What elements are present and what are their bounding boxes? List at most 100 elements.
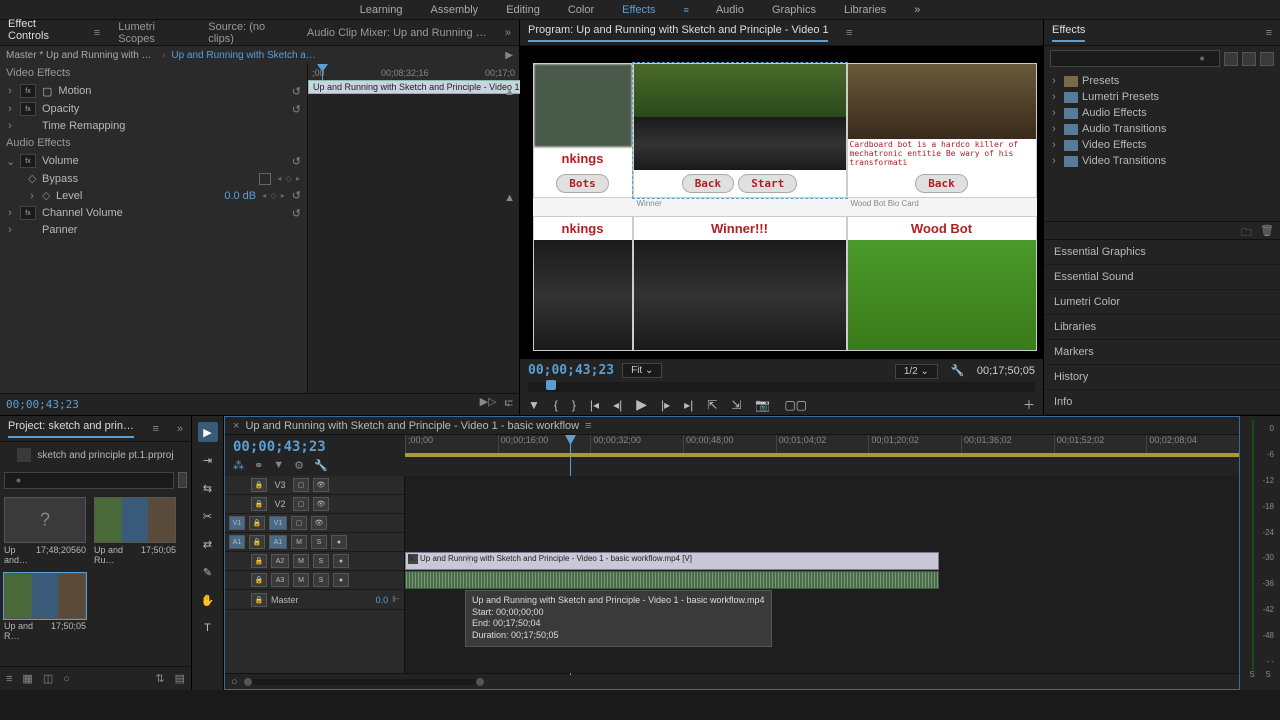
- tab-effect-controls[interactable]: Effect Controls: [8, 18, 76, 48]
- linked-selection-icon[interactable]: ⚭: [254, 459, 263, 472]
- extract-icon[interactable]: ⇲: [731, 398, 741, 412]
- toggle-output-icon[interactable]: ▢: [293, 497, 309, 511]
- bin-item[interactable]: Up and R…17;50;05: [4, 573, 86, 641]
- new-bin-icon[interactable]: 🗀: [1241, 224, 1252, 237]
- effect-volume[interactable]: ⌄fxVolume↺: [0, 152, 307, 170]
- timeline-canvas[interactable]: fxUp and Running with Sketch and Princip…: [405, 476, 1239, 673]
- voiceover-icon[interactable]: ●: [331, 535, 347, 549]
- bin-item[interactable]: Up and Ru…17;50;05: [94, 497, 176, 565]
- ripple-edit-tool-icon[interactable]: ⇆: [198, 478, 218, 498]
- bypass-checkbox[interactable]: [259, 173, 271, 185]
- nav-effects[interactable]: Effects: [622, 4, 655, 16]
- mark-out-icon[interactable]: }: [572, 398, 576, 412]
- folder-presets[interactable]: ›Presets: [1048, 73, 1276, 89]
- video-clip[interactable]: fxUp and Running with Sketch and Princip…: [405, 552, 939, 570]
- ec-timecode[interactable]: 00;00;43;23: [6, 398, 79, 411]
- export-frame-icon[interactable]: 📷: [755, 398, 770, 412]
- reset-icon[interactable]: ↺: [292, 207, 301, 220]
- toggle-sync-icon[interactable]: 👁: [313, 478, 329, 492]
- selection-tool-icon[interactable]: ▶: [198, 422, 218, 442]
- toggle-output-icon[interactable]: ▢: [293, 478, 309, 492]
- audio-clip[interactable]: [405, 571, 939, 589]
- track-a3[interactable]: 🔒A3MS●: [225, 571, 404, 590]
- source-patch-icon[interactable]: A1: [229, 535, 245, 549]
- hand-tool-icon[interactable]: ✋: [198, 590, 218, 610]
- tab-project[interactable]: Project: sketch and principle pt.1: [8, 420, 134, 438]
- tab-source[interactable]: Source: (no clips): [208, 21, 289, 45]
- effects-menu-icon[interactable]: ≡: [1266, 27, 1272, 39]
- solo-icon[interactable]: S: [313, 573, 329, 587]
- program-timecode[interactable]: 00;00;43;23: [528, 363, 614, 378]
- project-menu-icon[interactable]: ≡: [152, 423, 158, 435]
- lock-icon[interactable]: 🔒: [251, 478, 267, 492]
- mark-in-icon[interactable]: {: [554, 398, 558, 412]
- toggle-sync-icon[interactable]: 👁: [311, 516, 327, 530]
- sort-icon[interactable]: ⇅: [155, 672, 164, 685]
- reset-icon[interactable]: ↺: [292, 103, 301, 116]
- project-tabs-overflow[interactable]: »: [177, 423, 183, 435]
- track-a1[interactable]: A1🔒A1MS●: [225, 533, 404, 552]
- wrench-icon[interactable]: 🔧: [314, 459, 328, 472]
- razor-tool-icon[interactable]: ✂: [198, 506, 218, 526]
- nav-assembly[interactable]: Assembly: [431, 4, 479, 16]
- icon-view-icon[interactable]: ▦: [22, 672, 32, 685]
- nav-graphics[interactable]: Graphics: [772, 4, 816, 16]
- toggle-output-icon[interactable]: ▢: [291, 516, 307, 530]
- ec-keyframe-timeline[interactable]: ;00 00;08;32;16 00;17;0 Up and Running w…: [308, 64, 519, 393]
- solo-left-icon[interactable]: S: [1249, 670, 1254, 686]
- solo-right-icon[interactable]: S: [1265, 670, 1270, 686]
- work-area-bar[interactable]: [405, 453, 1239, 457]
- keyframe-toggle-icon[interactable]: ◇: [28, 172, 36, 185]
- nav-color[interactable]: Color: [568, 4, 594, 16]
- effect-controls-menu-icon[interactable]: ≡: [94, 27, 100, 39]
- settings-icon[interactable]: 🔧: [951, 365, 965, 377]
- timeline-zoom-slider[interactable]: [244, 679, 484, 685]
- auto-seq-icon[interactable]: ▤: [175, 672, 185, 685]
- track-v2[interactable]: 🔒V2▢👁: [225, 495, 404, 514]
- project-filter-icon[interactable]: [178, 472, 187, 488]
- ec-tabs-overflow[interactable]: »: [505, 27, 511, 39]
- fx-filter-yuv-icon[interactable]: [1260, 52, 1274, 66]
- effect-opacity[interactable]: ›fxOpacity↺: [0, 100, 307, 118]
- param-bypass[interactable]: ◇Bypass◂ ◇ ▸: [0, 170, 307, 187]
- tab-audio-clip-mixer[interactable]: Audio Clip Mixer: Up and Running with Sk…: [307, 27, 487, 39]
- panel-link-info[interactable]: Info: [1044, 390, 1280, 415]
- track-select-tool-icon[interactable]: ⇥: [198, 450, 218, 470]
- solo-icon[interactable]: S: [311, 535, 327, 549]
- comparison-icon[interactable]: ▢▢: [784, 398, 807, 412]
- panel-link-lumetri-color[interactable]: Lumetri Color: [1044, 290, 1280, 315]
- step-forward-icon[interactable]: |▸: [661, 398, 670, 412]
- panel-link-history[interactable]: History: [1044, 365, 1280, 390]
- motion-toggle-icon[interactable]: ▢: [42, 85, 52, 98]
- button-editor-icon[interactable]: ＋: [1023, 396, 1035, 413]
- panel-link-essential-graphics[interactable]: Essential Graphics: [1044, 240, 1280, 265]
- reset-icon[interactable]: ↺: [292, 85, 301, 98]
- project-search-input[interactable]: [4, 472, 174, 489]
- voiceover-icon[interactable]: ●: [333, 573, 349, 587]
- nav-libraries[interactable]: Libraries: [844, 4, 886, 16]
- track-master[interactable]: 🔒Master0.0⊩: [225, 590, 404, 610]
- fx-filter-32bit-icon[interactable]: [1242, 52, 1256, 66]
- tab-effects-browser[interactable]: Effects: [1052, 24, 1085, 42]
- level-value[interactable]: 0.0 dB: [224, 190, 256, 202]
- lock-icon[interactable]: 🔒: [249, 535, 265, 549]
- program-scrubber[interactable]: [528, 382, 1035, 392]
- resolution-select[interactable]: 1/2 ⌄: [895, 364, 938, 379]
- keyframe-toggle-icon[interactable]: ◇: [42, 189, 50, 202]
- timeline-ruler[interactable]: ;00;0000;00;16;0000;00;32;0000;00;48;000…: [405, 435, 1239, 453]
- snap-icon[interactable]: ⁂: [233, 459, 244, 472]
- lock-icon[interactable]: 🔒: [249, 516, 265, 530]
- nav-overflow[interactable]: »: [914, 4, 920, 16]
- param-level[interactable]: ›◇Level0.0 dB◂ ◇ ▸↺: [0, 187, 307, 204]
- ec-play-icon[interactable]: ▶: [505, 50, 513, 61]
- reset-icon[interactable]: ↺: [292, 189, 301, 202]
- folder-video-transitions[interactable]: ›Video Transitions: [1048, 153, 1276, 169]
- nav-audio[interactable]: Audio: [716, 4, 744, 16]
- fx-filter-accel-icon[interactable]: [1224, 52, 1238, 66]
- goto-out-icon[interactable]: ▸|: [684, 398, 693, 412]
- add-marker-icon[interactable]: ▼: [273, 459, 284, 472]
- close-sequence-icon[interactable]: ×: [233, 420, 239, 432]
- track-v3[interactable]: 🔒V3▢👁: [225, 476, 404, 495]
- goto-in-icon[interactable]: |◂: [590, 398, 599, 412]
- zoom-fit-select[interactable]: Fit ⌄: [622, 363, 662, 378]
